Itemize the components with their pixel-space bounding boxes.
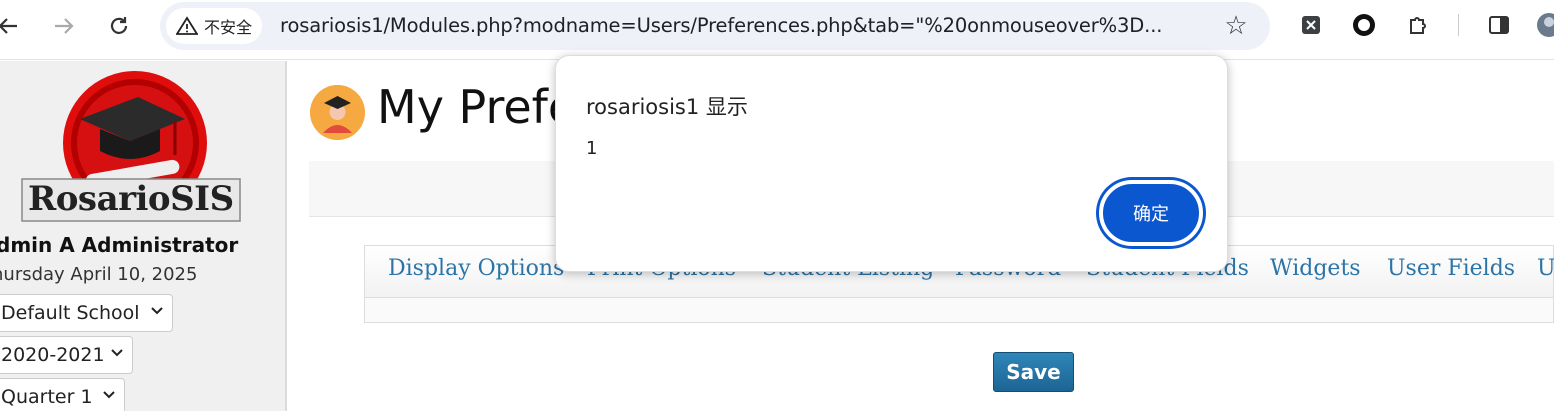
page-title: My Prefe [377, 80, 577, 134]
sidepanel-icon[interactable] [1486, 12, 1512, 38]
star-icon[interactable]: ☆ [1220, 10, 1252, 42]
browser-toolbar: 不安全 rosariosis1/Modules.php?modname=User… [0, 0, 1554, 60]
school-select[interactable]: Default School [0, 294, 173, 332]
user-avatar-icon [310, 85, 365, 140]
security-label: 不安全 [204, 18, 253, 37]
puzzle-icon[interactable] [1406, 12, 1432, 38]
chevron-down-icon [150, 304, 164, 322]
address-bar[interactable]: 不安全 rosariosis1/Modules.php?modname=User… [160, 2, 1270, 50]
tab-display-options[interactable]: Display Options [388, 256, 564, 281]
year-select[interactable]: 2020-2021 [0, 336, 133, 374]
sidebar: RosarioSIS dmin A Administrator hursday … [0, 61, 287, 411]
toolbar-divider [1458, 14, 1459, 36]
save-button[interactable]: Save [993, 352, 1074, 392]
dialog-message: 1 [586, 138, 598, 159]
quarter-select-value: Quarter 1 [1, 386, 93, 408]
record-icon[interactable] [1351, 12, 1377, 38]
year-select-value: 2020-2021 [1, 344, 105, 366]
warning-icon [175, 16, 199, 36]
tab-widgets[interactable]: Widgets [1270, 256, 1361, 281]
user-name[interactable]: dmin A Administrator [0, 233, 238, 257]
reload-icon[interactable] [103, 10, 135, 42]
alert-dialog: rosariosis1 显示 1 确定 [555, 55, 1228, 272]
chevron-down-icon [110, 346, 124, 364]
logo-text: RosarioSIS [28, 179, 234, 219]
security-chip[interactable]: 不安全 [166, 8, 263, 44]
school-select-value: Default School [1, 302, 140, 324]
quarter-select[interactable]: Quarter 1 [0, 378, 125, 411]
tab-user-fields[interactable]: User Fields [1387, 256, 1515, 281]
rosariosis-logo[interactable]: RosarioSIS [20, 67, 242, 225]
ok-button[interactable]: 确定 [1099, 180, 1203, 246]
url-text[interactable]: rosariosis1/Modules.php?modname=Users/Pr… [280, 14, 1162, 37]
back-icon[interactable] [0, 10, 24, 42]
tab-partial[interactable]: U [1537, 256, 1554, 281]
chevron-down-icon [102, 388, 116, 406]
profile-icon[interactable] [1536, 12, 1554, 38]
extension-x-icon[interactable] [1298, 12, 1324, 38]
current-date: hursday April 10, 2025 [0, 264, 198, 285]
forward-icon[interactable] [48, 10, 80, 42]
dialog-title: rosariosis1 显示 [586, 95, 748, 119]
